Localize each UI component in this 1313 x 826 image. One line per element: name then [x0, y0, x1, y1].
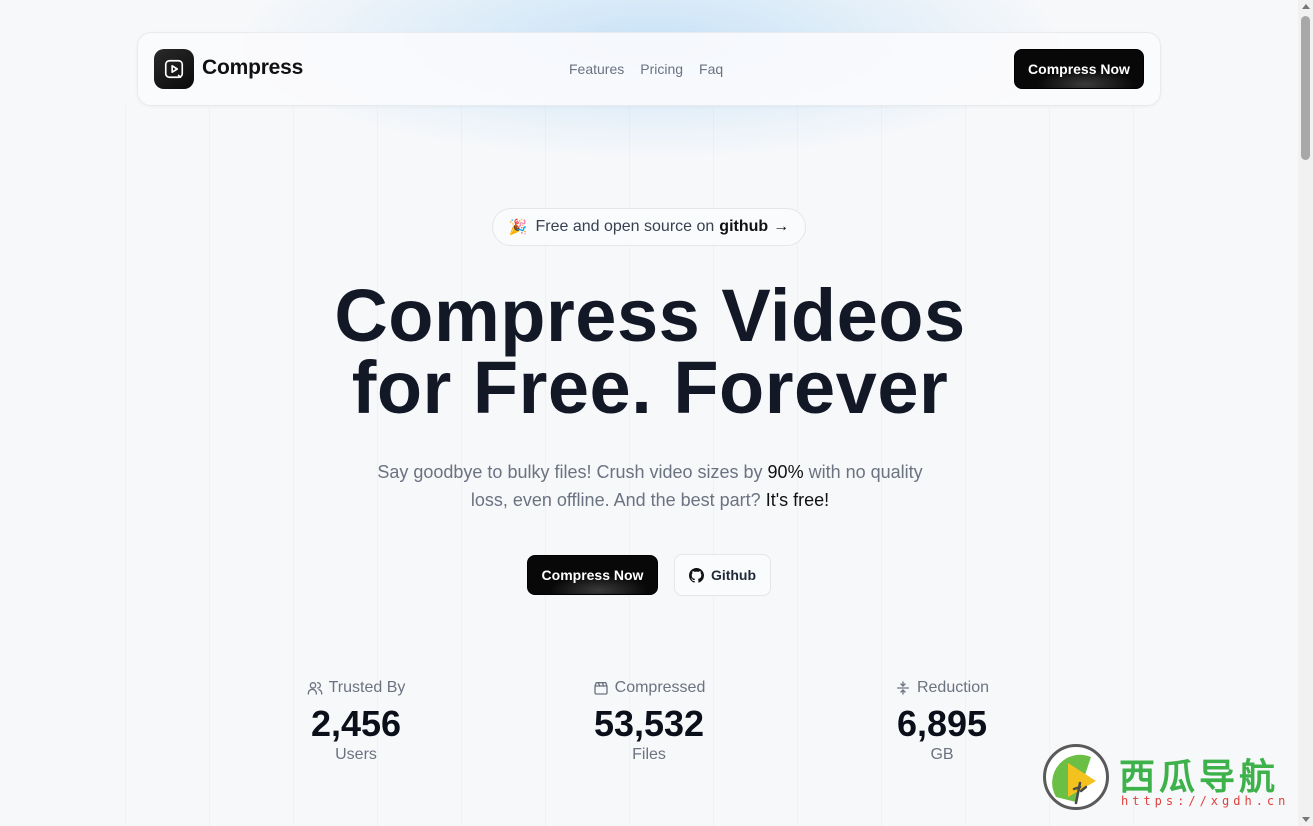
- github-badge[interactable]: 🎉 Free and open source on github →: [492, 208, 806, 246]
- stat-unit: Users: [335, 746, 377, 763]
- scroll-thumb[interactable]: [1301, 16, 1310, 160]
- watermark-title: 西瓜导航: [1119, 757, 1280, 798]
- watermark: 西瓜导航 https://xgdh.cn: [1043, 744, 1303, 814]
- navbar: Compress Features Pricing Faq Compress N…: [137, 32, 1161, 106]
- stat-unit: Files: [632, 746, 666, 763]
- stat-label: Compressed: [614, 679, 706, 696]
- stat-reduction: Reduction 6,895 GB: [832, 678, 1052, 764]
- github-icon: [688, 567, 704, 583]
- scroll-up-icon[interactable]: [1302, 4, 1310, 9]
- stat-value: 2,456: [310, 703, 402, 744]
- arrow-right-icon: →: [773, 218, 790, 235]
- badge-link[interactable]: github: [719, 218, 768, 236]
- hero-compress-now-button[interactable]: Compress Now: [527, 555, 658, 595]
- github-button-label: Github: [710, 567, 757, 583]
- stat-value: 6,895: [896, 703, 988, 744]
- scrollbar[interactable]: [1298, 0, 1313, 826]
- clapperboard-icon: [593, 682, 608, 695]
- subtitle-text-1: Say goodbye to bulky files! Crush video …: [377, 462, 768, 482]
- badge-text: Free and open source on: [535, 218, 715, 235]
- headline-line-1: Compress Videos: [334, 274, 966, 357]
- headline-line-2: for Free. Forever: [351, 346, 949, 429]
- hero-headline: Compress Videos for Free. Forever: [300, 279, 1000, 425]
- video-play-icon: [164, 59, 184, 79]
- nav-link-pricing[interactable]: Pricing: [640, 61, 683, 77]
- users-icon: [307, 682, 322, 695]
- scroll-down-icon[interactable]: [1302, 817, 1310, 822]
- subtitle-highlight-percent: 90%: [767, 462, 804, 482]
- reduce-icon: [896, 681, 909, 695]
- watermark-logo: [1043, 744, 1109, 810]
- hero-subtitle: Say goodbye to bulky files! Crush video …: [370, 458, 930, 514]
- brand-name[interactable]: Compress: [202, 56, 303, 80]
- subtitle-highlight-free: It's free!: [765, 490, 830, 510]
- nav-compress-now-button[interactable]: Compress Now: [1014, 49, 1144, 89]
- logo[interactable]: [154, 49, 194, 89]
- github-button[interactable]: Github: [674, 554, 771, 596]
- stat-value: 53,532: [593, 703, 705, 744]
- stat-unit: GB: [930, 746, 954, 763]
- stat-users: Trusted By 2,456 Users: [246, 678, 466, 764]
- stat-label: Trusted By: [328, 679, 406, 696]
- stat-label: Reduction: [916, 679, 990, 696]
- party-icon: 🎉: [508, 219, 528, 236]
- nav-link-faq[interactable]: Faq: [699, 61, 723, 77]
- nav-link-features[interactable]: Features: [569, 61, 624, 77]
- watermark-url: https://xgdh.cn: [1121, 794, 1290, 808]
- stat-files: Compressed 53,532 Files: [539, 678, 759, 764]
- nav-links: Features Pricing Faq: [569, 61, 723, 77]
